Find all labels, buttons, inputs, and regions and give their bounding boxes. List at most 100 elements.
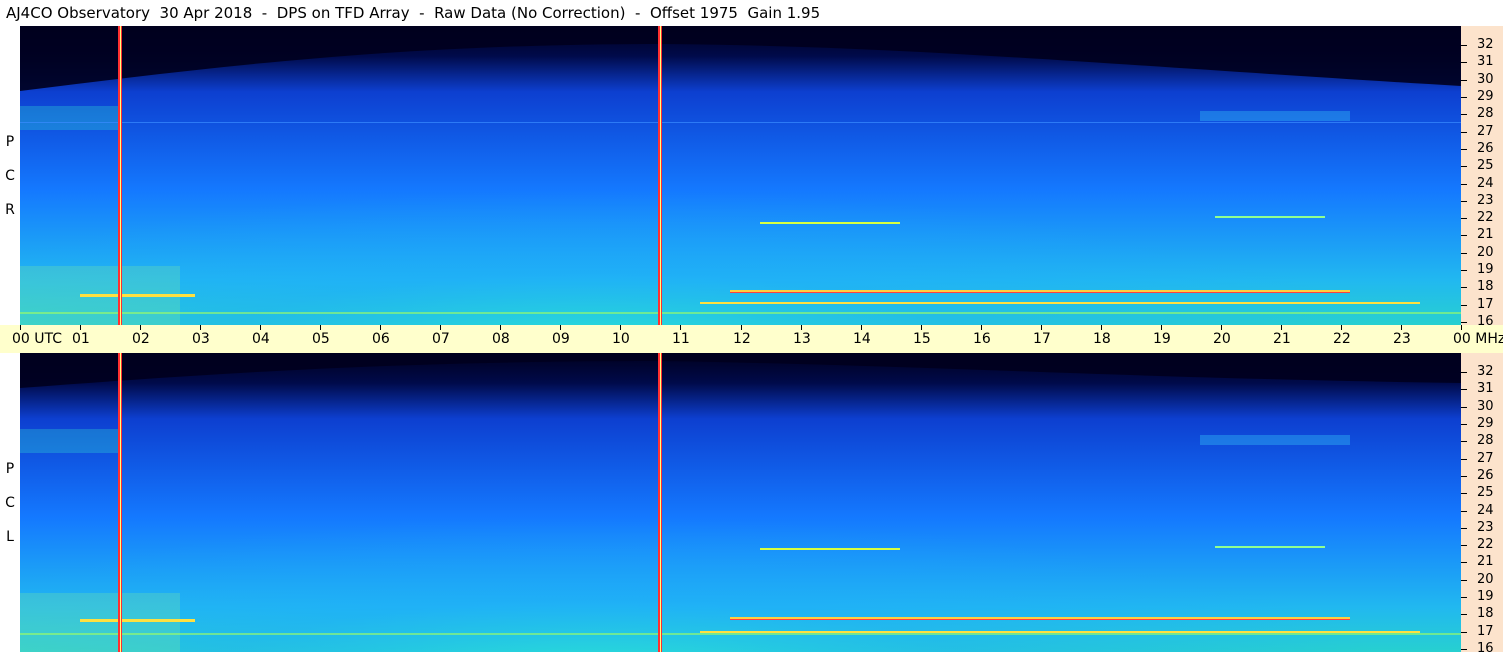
title-bar: AJ4CO Observatory 30 Apr 2018 - DPS on T… [0, 0, 1503, 26]
freq-label: 32 [1477, 37, 1494, 52]
time-tick [260, 325, 261, 330]
bottom-margin [0, 652, 1503, 672]
time-label: 23 [1393, 331, 1411, 347]
time-tick [1101, 325, 1102, 330]
time-tick [140, 325, 141, 330]
freq-label: 18 [1477, 279, 1494, 295]
freq-label: 28 [1477, 433, 1494, 449]
freq-label: 30 [1477, 398, 1494, 414]
freq-label: 30 [1477, 71, 1494, 87]
time-tick [1041, 325, 1042, 330]
spectrogram-rcp[interactable] [20, 26, 1461, 325]
freq-tick [1461, 458, 1467, 460]
freq-tick [1461, 475, 1467, 477]
time-label: 05 [312, 331, 330, 347]
freq-tick [1461, 631, 1467, 633]
freq-label: 29 [1477, 415, 1494, 431]
time-label: 02 [132, 331, 150, 347]
spectrogram-lcp[interactable] [20, 353, 1461, 652]
freq-tick [1461, 304, 1467, 306]
freq-label: 20 [1477, 244, 1494, 260]
freq-tick [1461, 493, 1467, 495]
time-tick [1461, 325, 1462, 330]
freq-tick [1461, 614, 1467, 616]
freq-label: 24 [1477, 175, 1494, 191]
freq-tick [1461, 562, 1467, 564]
time-tick [680, 325, 681, 330]
time-tick [1401, 325, 1402, 330]
polarization-label-rcp: R C P [0, 26, 20, 325]
freq-label: 26 [1477, 467, 1494, 483]
time-label: 22 [1333, 331, 1351, 347]
time-label: 11 [672, 331, 690, 347]
freq-tick [1461, 252, 1467, 254]
time-label: 18 [1093, 331, 1111, 347]
time-label: 06 [372, 331, 390, 347]
frequency-scale-rcp: 32 31 30 29 28 27 26 25 24 23 22 21 20 19 18 17 16 [1461, 26, 1503, 328]
freq-label: 29 [1477, 88, 1494, 104]
freq-tick [1461, 148, 1467, 150]
pol-letter: C [5, 495, 15, 511]
time-tick [200, 325, 201, 330]
freq-label: 20 [1477, 571, 1494, 587]
freq-tick [1461, 527, 1467, 529]
freq-tick [1461, 96, 1467, 98]
pol-letter: C [5, 168, 15, 184]
time-tick [741, 325, 742, 330]
time-label: 04 [252, 331, 270, 347]
freq-label: 22 [1477, 210, 1494, 226]
time-label: 08 [492, 331, 510, 347]
time-label: 19 [1153, 331, 1171, 347]
time-tick [801, 325, 802, 330]
pol-letter: P [5, 461, 15, 477]
freq-tick [1461, 597, 1467, 599]
freq-tick [1461, 372, 1467, 373]
freq-label: 24 [1477, 502, 1494, 518]
freq-tick [1461, 545, 1467, 547]
freq-tick [1461, 235, 1467, 237]
freq-tick [1461, 45, 1467, 46]
freq-tick [1461, 131, 1467, 133]
freq-label: 25 [1477, 158, 1494, 174]
freq-tick [1461, 423, 1467, 425]
time-label: 00 MHz [1453, 331, 1503, 347]
time-label: 20 [1213, 331, 1231, 347]
freq-tick [1461, 287, 1467, 289]
time-label: 14 [853, 331, 871, 347]
pol-letter: P [5, 134, 15, 150]
freq-tick [1461, 649, 1467, 650]
pol-letter: L [6, 529, 14, 545]
freq-label: 23 [1477, 192, 1494, 208]
freq-tick [1461, 114, 1467, 116]
time-axis: 00 UTC 01 02 03 04 05 06 07 08 09 10 11 12 13 14 15 16 17… [0, 325, 1503, 353]
time-tick [861, 325, 862, 330]
time-tick [1341, 325, 1342, 330]
freq-label: 17 [1477, 296, 1494, 312]
freq-tick [1461, 62, 1467, 64]
time-tick [440, 325, 441, 330]
freq-tick [1461, 183, 1467, 185]
freq-tick [1461, 79, 1467, 81]
time-label: 03 [192, 331, 210, 347]
time-label: 00 UTC [12, 331, 63, 347]
freq-tick [1461, 270, 1467, 272]
time-label: 16 [973, 331, 991, 347]
freq-tick [1461, 166, 1467, 168]
freq-label: 19 [1477, 262, 1494, 278]
freq-label: 26 [1477, 140, 1494, 156]
freq-label: 23 [1477, 519, 1494, 535]
freq-label: 31 [1477, 54, 1494, 70]
freq-label: 27 [1477, 123, 1494, 139]
time-tick [80, 325, 81, 330]
freq-tick [1461, 441, 1467, 443]
time-tick [1221, 325, 1222, 330]
freq-label: 21 [1477, 554, 1494, 570]
freq-label: 25 [1477, 485, 1494, 501]
freq-label: 32 [1477, 364, 1494, 379]
time-label: 07 [432, 331, 450, 347]
freq-tick [1461, 389, 1467, 391]
freq-label: 18 [1477, 606, 1494, 622]
time-tick [921, 325, 922, 330]
freq-label: 19 [1477, 589, 1494, 605]
freq-label: 21 [1477, 227, 1494, 243]
